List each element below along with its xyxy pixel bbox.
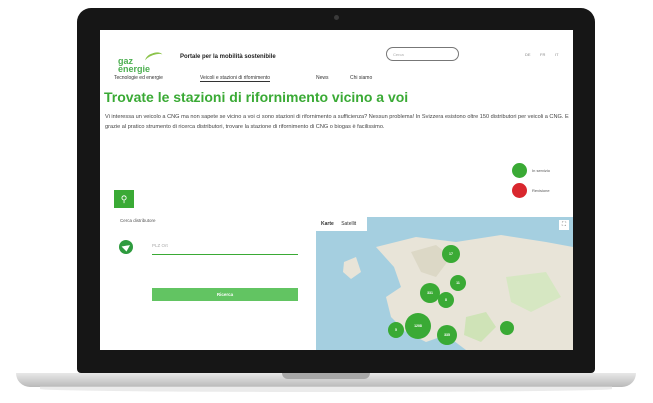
map-marker[interactable] <box>500 321 514 335</box>
finder-label: Cerca distributore <box>120 218 156 223</box>
location-input[interactable]: PLZ Ort <box>152 240 298 255</box>
nav-item-vehicles[interactable]: Veicoli e stazioni di rifornimento <box>200 75 271 82</box>
laptop-shadow <box>40 386 612 392</box>
map-cluster[interactable]: 1208 <box>405 313 431 339</box>
tab-satellite[interactable]: Satellit <box>341 221 356 227</box>
lang-it[interactable]: IT <box>555 52 559 57</box>
camera-icon <box>334 15 339 20</box>
nav-item-technologies[interactable]: Tecnologie ed energie <box>114 75 163 81</box>
search-icon: ⚲ <box>120 194 128 204</box>
logo-text: gaz energie <box>118 56 151 74</box>
map-cluster[interactable]: 331 <box>420 283 440 303</box>
browser-screen: gaz energie Portale per la mobilità sost… <box>100 30 573 350</box>
legend-label-in-service: In servizio <box>532 168 551 173</box>
tab-map[interactable]: Karte <box>321 221 334 227</box>
station-map[interactable]: Karte Satellit ⛶ 17 11 8 331 5 1208 335 <box>316 217 573 350</box>
in-service-icon <box>512 163 527 178</box>
location-arrow-icon[interactable] <box>119 240 133 254</box>
page-title: Trovate le stazioni di rifornimento vici… <box>104 89 409 105</box>
map-type-tabs: Karte Satellit <box>316 217 368 231</box>
legend-label-revision: Revisione <box>532 188 550 193</box>
map-cluster[interactable]: 11 <box>450 275 466 291</box>
lang-fr[interactable]: FR <box>540 52 545 57</box>
laptop-notch <box>282 373 370 379</box>
search-input[interactable]: Cerca <box>386 47 459 61</box>
map-cluster[interactable]: 5 <box>388 322 404 338</box>
nav-item-news[interactable]: News <box>316 75 329 81</box>
search-button[interactable]: ⚲ <box>114 190 134 208</box>
lang-de[interactable]: DE <box>525 52 531 57</box>
logo[interactable]: gaz energie <box>109 42 165 74</box>
fullscreen-icon[interactable]: ⛶ <box>559 220 569 230</box>
nav-item-about[interactable]: Chi siamo <box>350 75 372 81</box>
laptop-mockup: gaz energie Portale per la mobilità sost… <box>0 0 653 403</box>
tagline: Portale per la mobilità sostenibile <box>180 54 276 60</box>
map-cluster[interactable]: 335 <box>437 325 457 345</box>
map-cluster[interactable]: 8 <box>438 292 454 308</box>
intro-text: Vi interessa un veicolo a CNG ma non sap… <box>105 114 569 130</box>
revision-icon <box>512 183 527 198</box>
submit-button[interactable]: Ricerca <box>152 288 298 301</box>
map-cluster[interactable]: 17 <box>442 245 460 263</box>
